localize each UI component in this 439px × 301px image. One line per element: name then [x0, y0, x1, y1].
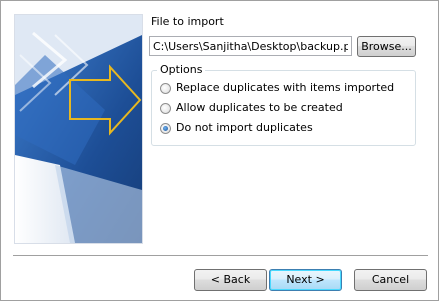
radio-label: Replace duplicates with items imported [176, 81, 395, 94]
options-legend: Options [157, 63, 206, 76]
radio-button-icon[interactable] [160, 83, 171, 94]
cancel-button[interactable]: Cancel [354, 269, 427, 291]
file-to-import-label: File to import [151, 15, 224, 28]
wizard-side-banner [14, 14, 143, 244]
radio-label: Do not import duplicates [176, 121, 313, 134]
footer-separator [13, 255, 428, 257]
radio-button-icon[interactable] [160, 103, 171, 114]
radio-button-selected-icon[interactable] [160, 123, 171, 134]
back-button[interactable]: < Back [194, 269, 267, 291]
browse-button[interactable]: Browse... [357, 36, 416, 57]
import-wizard-window: File to import Browse... Options Replace… [0, 0, 439, 301]
radio-label: Allow duplicates to be created [176, 101, 343, 114]
file-path-input[interactable] [149, 36, 352, 56]
next-button[interactable]: Next > [269, 269, 342, 291]
